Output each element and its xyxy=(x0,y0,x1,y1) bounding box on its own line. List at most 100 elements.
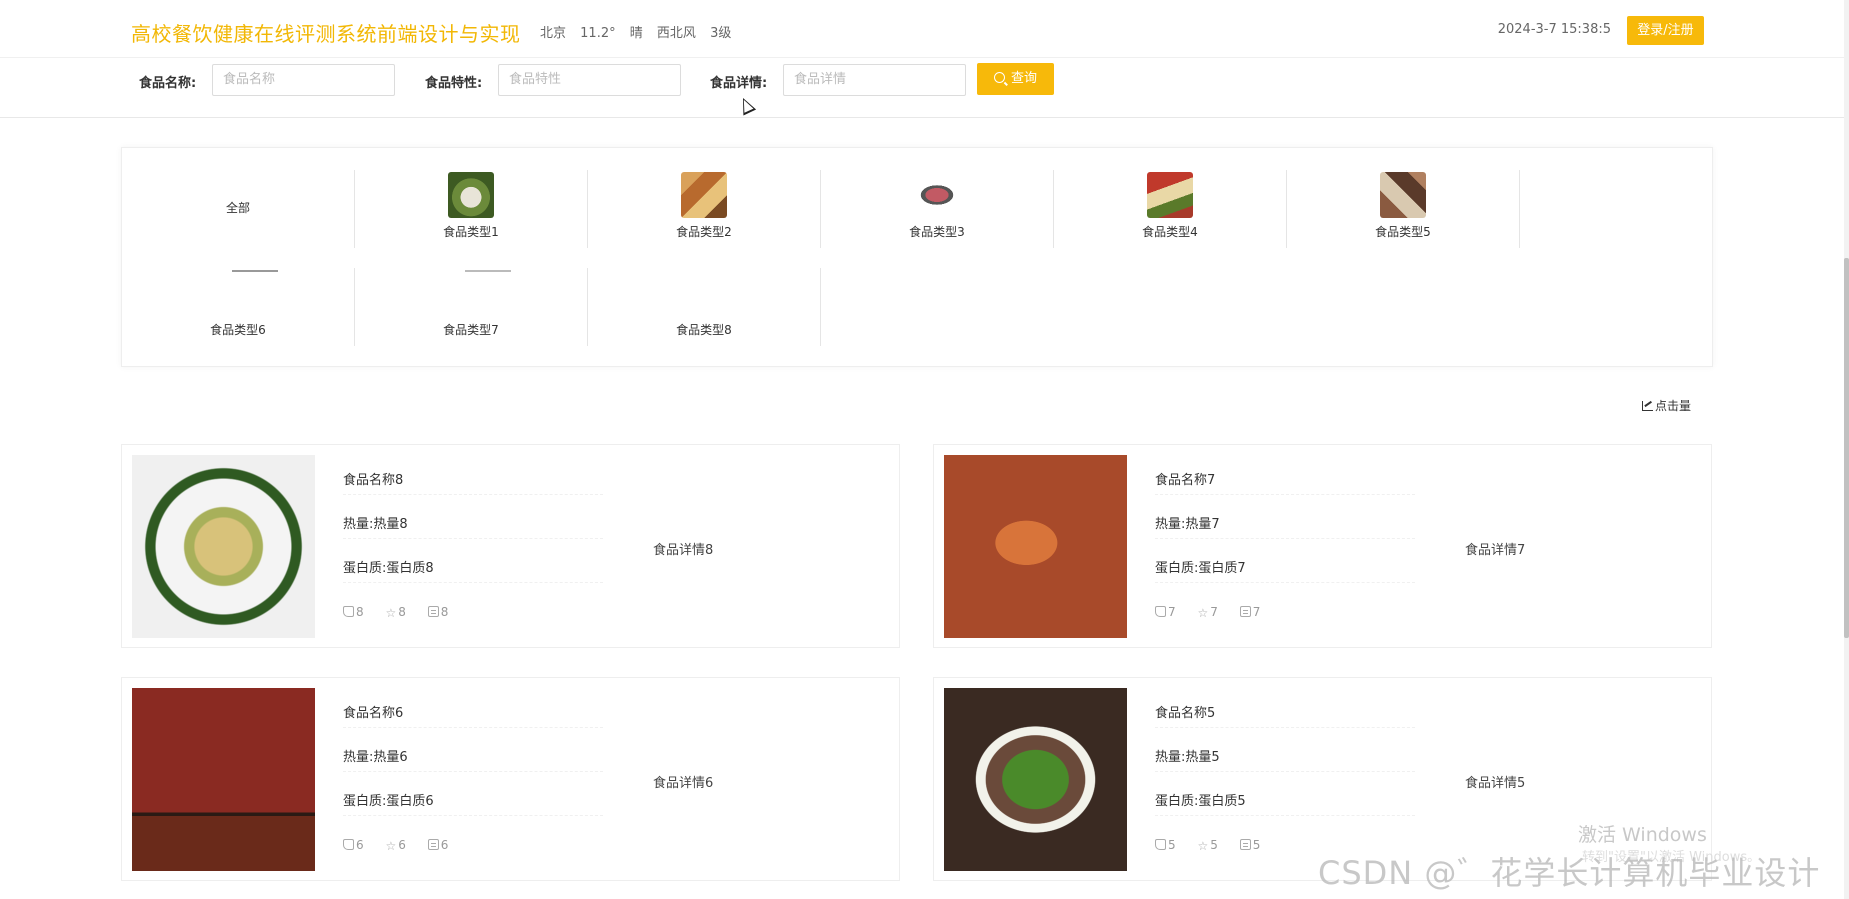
windows-activation-watermark: 激活 Windows xyxy=(1578,824,1707,846)
search-button[interactable]: 查询 xyxy=(977,63,1054,95)
like-count[interactable]: 7 xyxy=(1155,605,1176,619)
thumbs-up-icon xyxy=(343,839,354,850)
current-datetime: 2024-3-7 15:38:5 xyxy=(1497,22,1611,37)
like-count[interactable]: 5 xyxy=(1155,838,1176,852)
category-type-7[interactable]: 食品类型7 xyxy=(355,268,588,346)
favorite-value: 5 xyxy=(1210,838,1218,852)
weather-widget: 北京 11.2° 晴 西北风 3级 xyxy=(540,22,741,41)
like-value: 7 xyxy=(1168,605,1176,619)
favorite-value: 7 xyxy=(1210,605,1218,619)
comment-count[interactable]: 5 xyxy=(1239,838,1261,852)
food-card[interactable]: 食品名称7 热量:热量7 蛋白质:蛋白质7 食品详情7 7 ☆ 7 7 xyxy=(933,444,1712,648)
category-image xyxy=(448,172,494,218)
category-type-6[interactable]: 食品类型6 xyxy=(122,268,355,346)
search-icon xyxy=(993,72,1005,83)
food-protein: 蛋白质:蛋白质6 xyxy=(343,790,603,816)
food-stats: 6 ☆ 6 6 xyxy=(343,838,466,853)
site-title[interactable]: 高校餐饮健康在线评测系统前端设计与实现 xyxy=(131,18,521,47)
favorite-value: 8 xyxy=(398,605,406,619)
food-protein: 蛋白质:蛋白质8 xyxy=(343,557,603,583)
like-value: 6 xyxy=(356,838,364,852)
search-button-label: 查询 xyxy=(1010,71,1037,86)
thumbs-up-icon xyxy=(1155,839,1166,850)
food-stats: 8 ☆ 8 8 xyxy=(343,605,466,620)
food-name: 食品名称8 xyxy=(343,469,603,495)
category-label: 食品类型2 xyxy=(676,225,732,239)
food-stats: 5 ☆ 5 5 xyxy=(1155,838,1278,853)
food-stats: 7 ☆ 7 7 xyxy=(1155,605,1278,620)
food-protein: 蛋白质:蛋白质5 xyxy=(1155,790,1415,816)
page-scrollbar[interactable] xyxy=(1844,0,1849,899)
category-label: 食品类型5 xyxy=(1375,225,1431,239)
food-image[interactable] xyxy=(944,455,1127,638)
food-name-input[interactable]: 食品名称 xyxy=(212,64,395,96)
star-icon: ☆ xyxy=(1197,606,1209,620)
weather-temp: 11.2° xyxy=(580,26,616,41)
category-panel: 全部 食品类型1 食品类型2 食品类型3 食品类型4 食品类型5 食品类型6 食… xyxy=(121,147,1713,367)
category-label: 食品类型1 xyxy=(443,225,499,239)
food-card[interactable]: 食品名称6 热量:热量6 蛋白质:蛋白质6 食品详情6 6 ☆ 6 6 xyxy=(121,677,900,881)
favorite-count[interactable]: ☆ 6 xyxy=(385,838,405,853)
category-type-8[interactable]: 食品类型8 xyxy=(588,268,821,346)
favorite-count[interactable]: ☆ 7 xyxy=(1197,605,1217,620)
category-image xyxy=(1380,172,1426,218)
like-value: 8 xyxy=(356,605,364,619)
category-type-1[interactable]: 食品类型1 xyxy=(355,170,588,248)
csdn-watermark: CSDN @゛花学长计算机毕业设计 xyxy=(1318,854,1821,892)
category-type-5[interactable]: 食品类型5 xyxy=(1287,170,1520,248)
comment-icon xyxy=(427,606,439,617)
category-image xyxy=(681,172,727,218)
food-detail: 食品详情7 xyxy=(1465,543,1526,558)
category-label: 全部 xyxy=(225,201,250,215)
weather-condition: 晴 xyxy=(629,26,643,41)
star-icon: ☆ xyxy=(1197,839,1209,853)
category-image xyxy=(914,172,960,218)
category-type-2[interactable]: 食品类型2 xyxy=(588,170,821,248)
food-detail-label: 食品详情: xyxy=(710,76,768,91)
comment-icon xyxy=(1239,606,1251,617)
food-image[interactable] xyxy=(944,688,1127,871)
favorite-count[interactable]: ☆ 8 xyxy=(385,605,405,620)
food-feature-input[interactable]: 食品特性 xyxy=(498,64,681,96)
like-count[interactable]: 8 xyxy=(343,605,364,619)
category-type-3[interactable]: 食品类型3 xyxy=(821,170,1054,248)
food-detail: 食品详情8 xyxy=(653,543,714,558)
thumbs-up-icon xyxy=(1155,606,1166,617)
food-image[interactable] xyxy=(132,688,315,871)
favorite-count[interactable]: ☆ 5 xyxy=(1197,838,1217,853)
category-label: 食品类型4 xyxy=(1142,225,1198,239)
comment-count[interactable]: 7 xyxy=(1239,605,1261,619)
food-protein: 蛋白质:蛋白质7 xyxy=(1155,557,1415,583)
category-image xyxy=(1147,172,1193,218)
like-value: 5 xyxy=(1168,838,1176,852)
login-register-button[interactable]: 登录/注册 xyxy=(1627,16,1704,45)
food-heat: 热量:热量8 xyxy=(343,513,603,539)
weather-wind: 西北风 xyxy=(656,26,696,41)
thumbs-up-icon xyxy=(343,606,354,617)
category-all[interactable]: 全部 xyxy=(122,170,355,248)
food-name: 食品名称7 xyxy=(1155,469,1415,495)
top-header: 高校餐饮健康在线评测系统前端设计与实现 北京 11.2° 晴 西北风 3级 20… xyxy=(0,0,1849,58)
like-count[interactable]: 6 xyxy=(343,838,364,852)
food-name-label: 食品名称: xyxy=(139,76,197,91)
comment-value: 6 xyxy=(440,838,449,852)
food-heat: 热量:热量7 xyxy=(1155,513,1415,539)
scrollbar-thumb[interactable] xyxy=(1844,258,1849,638)
comment-value: 7 xyxy=(1252,605,1261,619)
food-detail: 食品详情6 xyxy=(653,776,714,791)
food-heat: 热量:热量6 xyxy=(343,746,603,772)
comment-value: 8 xyxy=(440,605,449,619)
comment-count[interactable]: 6 xyxy=(427,838,449,852)
food-image[interactable] xyxy=(132,455,315,638)
comment-icon xyxy=(427,839,439,850)
category-label: 食品类型6 xyxy=(210,323,266,337)
comment-count[interactable]: 8 xyxy=(427,605,449,619)
food-card[interactable]: 食品名称8 热量:热量8 蛋白质:蛋白质8 食品详情8 8 ☆ 8 8 xyxy=(121,444,900,648)
sort-by-clicks[interactable]: 点击量 xyxy=(1642,397,1691,414)
food-name: 食品名称5 xyxy=(1155,702,1415,728)
comment-icon xyxy=(1239,839,1251,850)
favorite-value: 6 xyxy=(398,838,406,852)
category-type-4[interactable]: 食品类型4 xyxy=(1054,170,1287,248)
food-detail-input[interactable]: 食品详情 xyxy=(783,64,966,96)
comment-value: 5 xyxy=(1252,838,1261,852)
